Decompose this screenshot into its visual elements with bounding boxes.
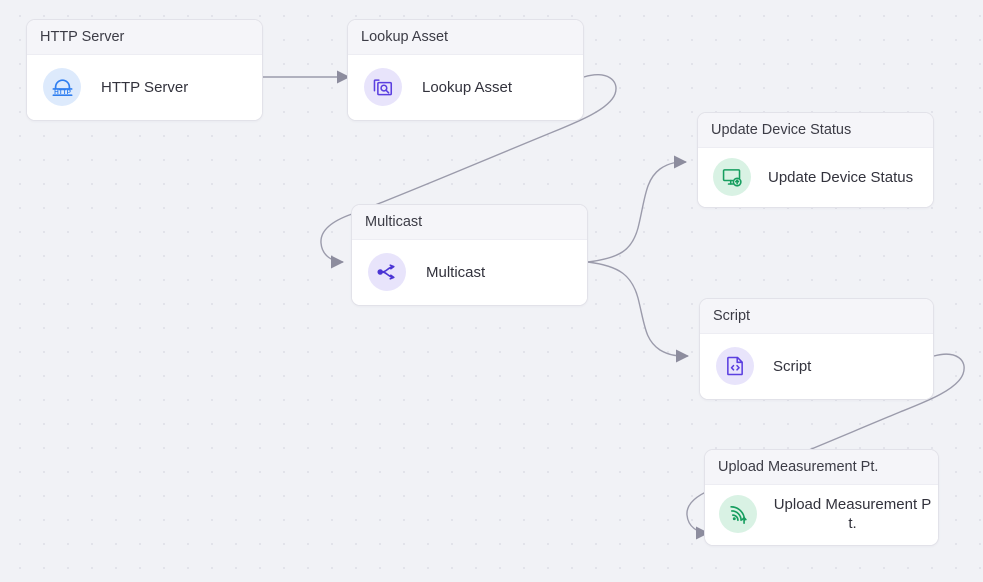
node-update-device-status[interactable]: Update Device Status Update Device Statu… bbox=[697, 112, 934, 209]
svg-text:HTTP: HTTP bbox=[54, 89, 72, 96]
script-code-icon bbox=[716, 347, 754, 386]
node-multicast[interactable]: Multicast Multicast bbox=[351, 204, 588, 307]
signal-upload-icon bbox=[719, 495, 757, 534]
node-http-server-label: HTTP Server bbox=[101, 78, 189, 96]
node-update-device-status-header: Update Device Status bbox=[698, 113, 933, 149]
node-upload-measurement-pt-body: Upload Measurement Pt. bbox=[705, 485, 938, 545]
node-http-server[interactable]: HTTP Server HTTP HTTP Server bbox=[26, 19, 263, 122]
workflow-canvas[interactable]: HTTP Server HTTP HTTP Server Lookup Asse… bbox=[0, 0, 983, 582]
node-lookup-asset-body: Lookup Asset bbox=[348, 55, 583, 121]
node-lookup-asset-label: Lookup Asset bbox=[422, 78, 513, 96]
node-multicast-header: Multicast bbox=[352, 205, 587, 241]
node-multicast-body: Multicast bbox=[352, 240, 587, 306]
node-update-device-status-body: Update Device Status bbox=[698, 148, 933, 208]
multicast-branch-icon bbox=[368, 253, 406, 292]
node-http-server-header: HTTP Server bbox=[27, 20, 262, 56]
node-script-header: Script bbox=[700, 299, 933, 335]
node-script[interactable]: Script Script bbox=[699, 298, 934, 401]
edge-multicast-to-script bbox=[587, 261, 689, 363]
node-multicast-label: Multicast bbox=[426, 263, 486, 281]
node-script-body: Script bbox=[700, 334, 933, 400]
node-upload-measurement-pt-label: Upload Measurement Pt. bbox=[773, 496, 932, 533]
node-upload-measurement-pt-header: Upload Measurement Pt. bbox=[705, 450, 938, 486]
node-update-device-status-label: Update Device Status bbox=[768, 168, 914, 186]
device-upload-icon bbox=[713, 158, 751, 197]
node-upload-measurement-pt[interactable]: Upload Measurement Pt. Upload Measuremen… bbox=[704, 449, 939, 546]
edge-multicast-to-update bbox=[587, 155, 687, 263]
node-http-server-body: HTTP HTTP Server bbox=[27, 55, 262, 121]
edge-http-to-lookup bbox=[263, 70, 350, 84]
node-lookup-asset[interactable]: Lookup Asset Lookup Asset bbox=[347, 19, 584, 122]
node-lookup-asset-header: Lookup Asset bbox=[348, 20, 583, 56]
http-cloud-icon: HTTP bbox=[43, 68, 81, 107]
lookup-magnifier-icon bbox=[364, 68, 402, 107]
node-script-label: Script bbox=[773, 357, 812, 375]
